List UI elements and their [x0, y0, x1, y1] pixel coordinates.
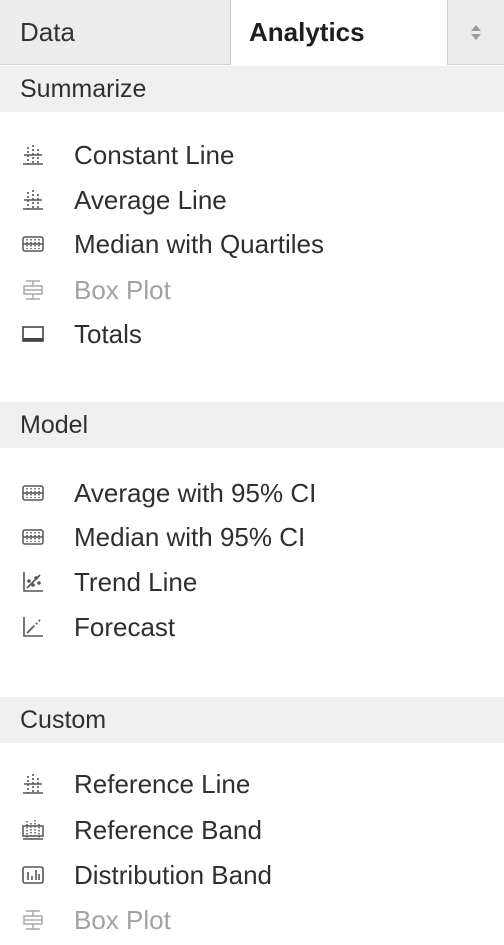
section-title: Model: [20, 410, 89, 439]
item-label: Reference Band: [74, 814, 262, 845]
section-header-model: Model: [0, 402, 504, 448]
section-title: Summarize: [20, 74, 147, 103]
totals-icon: [20, 321, 46, 347]
item-reference-line[interactable]: Reference Line: [20, 764, 250, 804]
item-average-line[interactable]: Average Line: [20, 180, 227, 220]
forecast-icon: [20, 614, 46, 640]
item-label: Box Plot: [74, 274, 171, 305]
item-forecast[interactable]: Forecast: [20, 607, 175, 647]
tab-analytics-label: Analytics: [249, 17, 365, 47]
constant-line-icon: [20, 142, 46, 168]
item-average-with-95-ci[interactable]: Average with 95% CI: [20, 473, 316, 513]
item-median-with-95-ci[interactable]: Median with 95% CI: [20, 517, 305, 557]
reference-line-icon: [20, 771, 46, 797]
distribution-band-icon: [20, 862, 46, 888]
item-label: Trend Line: [74, 566, 198, 597]
item-reference-band[interactable]: Reference Band: [20, 810, 262, 850]
box-plot-icon: [20, 907, 46, 933]
tab-scroll-button[interactable]: [448, 0, 504, 64]
tab-analytics[interactable]: Analytics: [230, 0, 448, 65]
section-header-custom: Custom: [0, 697, 504, 743]
item-totals[interactable]: Totals: [20, 314, 142, 354]
tab-data-label: Data: [20, 16, 75, 47]
tab-data[interactable]: Data: [0, 0, 230, 64]
median-quartiles-icon: [20, 231, 46, 257]
reference-band-icon: [20, 817, 46, 843]
item-distribution-band[interactable]: Distribution Band: [20, 855, 272, 895]
median-ci-icon: [20, 524, 46, 550]
box-plot-icon: [20, 277, 46, 303]
item-box-plot-summarize[interactable]: Box Plot: [20, 270, 171, 310]
average-ci-icon: [20, 480, 46, 506]
item-constant-line[interactable]: Constant Line: [20, 135, 234, 175]
analytics-pane: Data Analytics Summarize Constant Line A…: [0, 0, 504, 945]
tab-bar: Data Analytics: [0, 0, 504, 65]
up-down-arrows-icon: [471, 24, 481, 40]
item-label: Distribution Band: [74, 859, 272, 890]
item-label: Average Line: [74, 184, 227, 215]
average-line-icon: [20, 187, 46, 213]
item-label: Average with 95% CI: [74, 477, 317, 508]
item-label: Forecast: [74, 611, 176, 642]
section-title: Custom: [20, 705, 107, 734]
item-label: Box Plot: [74, 904, 171, 935]
item-label: Constant Line: [74, 139, 235, 170]
item-box-plot-custom[interactable]: Box Plot: [20, 900, 171, 940]
section-header-summarize: Summarize: [0, 66, 504, 112]
item-label: Median with Quartiles: [74, 228, 324, 259]
trend-line-icon: [20, 569, 46, 595]
item-label: Totals: [74, 318, 142, 349]
item-trend-line[interactable]: Trend Line: [20, 562, 197, 602]
item-label: Reference Line: [74, 768, 251, 799]
item-median-with-quartiles[interactable]: Median with Quartiles: [20, 224, 324, 264]
item-label: Median with 95% CI: [74, 521, 306, 552]
